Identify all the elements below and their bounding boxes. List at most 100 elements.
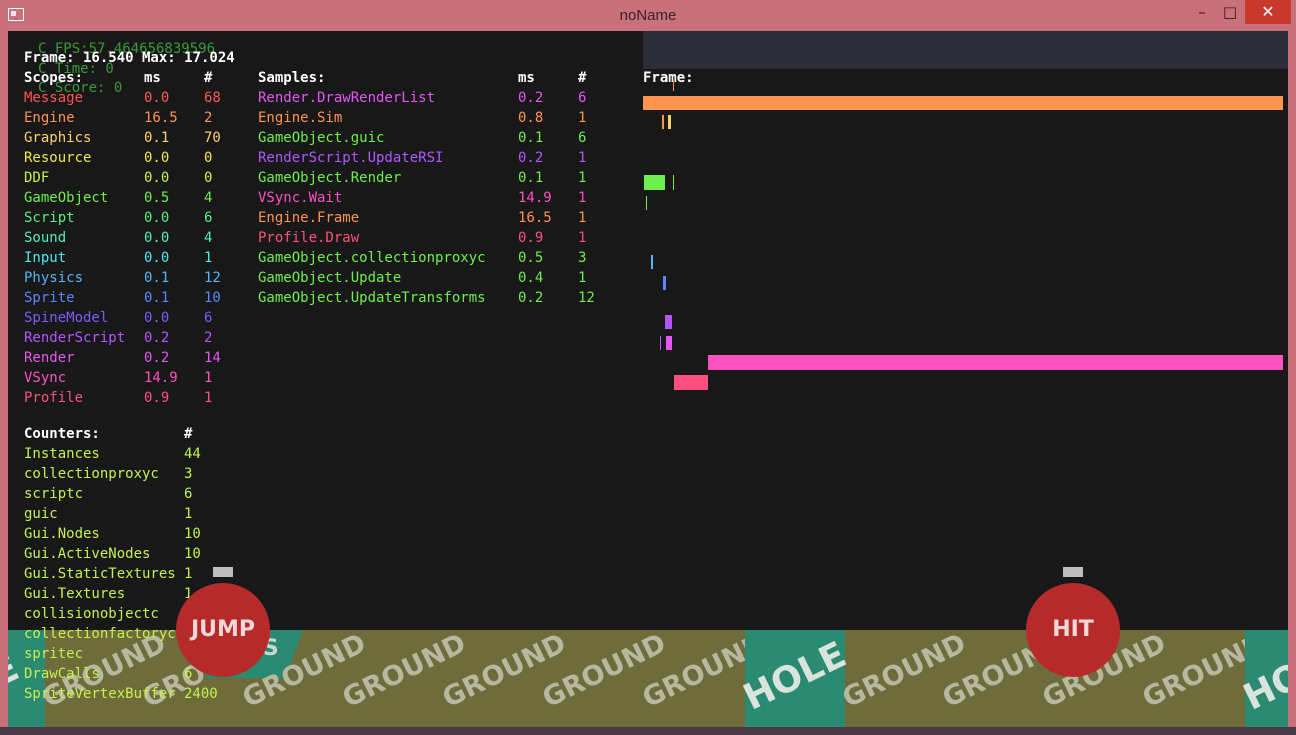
scope-ms: 0.9 — [144, 390, 170, 406]
ground-tile: GROUND — [838, 630, 971, 727]
taskbar[interactable] — [0, 727, 1296, 735]
game-viewport[interactable]: C FPS:57.464656839596 C Time: 0 C Score:… — [8, 31, 1288, 727]
sample-count: 1 — [578, 110, 587, 126]
scope-name: Physics — [24, 270, 84, 286]
scope-ms: 0.2 — [144, 330, 170, 346]
scope-name: Graphics — [24, 130, 92, 146]
sample-name: GameObject.UpdateTransforms — [258, 290, 486, 306]
ground-label: GROUND — [1137, 630, 1271, 714]
frame-bar-renderscript-2 — [660, 336, 661, 350]
scope-name: Resource — [24, 150, 92, 166]
scope-count: 12 — [204, 270, 221, 286]
frame-bar-marker — [673, 81, 674, 91]
scope-ms: 16.5 — [144, 110, 178, 126]
sample-count: 1 — [578, 230, 587, 246]
ground-tile: GROUND — [538, 630, 671, 727]
counter-name: collisionobjectc — [24, 606, 159, 622]
counter-name: Instances — [24, 446, 100, 462]
scope-count: 0 — [204, 170, 213, 186]
counter-name: Gui.Textures — [24, 586, 126, 602]
scope-count: 6 — [204, 310, 213, 326]
counters-header: Counters: — [24, 426, 100, 442]
scope-ms: 0.0 — [144, 150, 170, 166]
scope-ms: 0.5 — [144, 190, 170, 206]
scope-ms: 0.1 — [144, 270, 170, 286]
scope-count: 2 — [204, 110, 213, 126]
scope-ms: 0.0 — [144, 210, 170, 226]
hole-tile: HOLE — [1237, 630, 1288, 727]
counter-name: collectionproxyc — [24, 466, 159, 482]
sample-name: VSync.Wait — [258, 190, 343, 206]
counter-name: collectionfactoryc — [24, 626, 176, 642]
scope-count: 68 — [204, 90, 221, 106]
counter-name: Gui.Nodes — [24, 526, 100, 542]
counter-value: 10 — [184, 526, 201, 542]
scope-count: 10 — [204, 290, 221, 306]
minimize-button[interactable]: – — [1190, 0, 1214, 24]
sample-name: Engine.Frame — [258, 210, 360, 226]
counter-name: Gui.ActiveNodes — [24, 546, 151, 562]
counter-value: 6 — [184, 486, 193, 502]
maximize-button[interactable]: □ — [1218, 0, 1242, 24]
sample-count: 3 — [578, 250, 587, 266]
hit-button[interactable]: HIT — [1026, 583, 1120, 677]
scope-name: Input — [24, 250, 67, 266]
sample-name: GameObject.Render — [258, 170, 402, 186]
scope-name: Engine — [24, 110, 75, 126]
counters-count-header: # — [184, 426, 193, 442]
sample-count: 1 — [578, 150, 587, 166]
counter-value: 2400 — [184, 686, 218, 702]
frame-bar-gameobject — [644, 175, 665, 190]
sample-ms: 0.2 — [518, 290, 544, 306]
frame-bar-graphics — [668, 115, 671, 129]
scope-name: Sprite — [24, 290, 75, 306]
scope-ms: 0.1 — [144, 130, 170, 146]
hole-label: HOLE — [737, 634, 853, 719]
sample-count: 6 — [578, 130, 587, 146]
sample-ms: 0.4 — [518, 270, 544, 286]
frame-bar-script — [646, 196, 647, 210]
scope-name: VSync — [24, 370, 67, 386]
scope-ms: 0.0 — [144, 310, 170, 326]
frame-bar-engine-sim — [662, 115, 664, 129]
ground-tile: GROUND — [438, 630, 571, 727]
jump-button[interactable]: JUMP — [176, 583, 270, 677]
frame-bar-profile — [674, 375, 708, 390]
scope-count: 4 — [204, 190, 213, 206]
sample-name: GameObject.guic — [258, 130, 385, 146]
scope-name: Script — [24, 210, 75, 226]
sample-name: RenderScript.UpdateRSI — [258, 150, 444, 166]
sample-ms: 0.8 — [518, 110, 544, 126]
scope-count: 6 — [204, 210, 213, 226]
frame-bar-renderscript — [665, 315, 672, 329]
window-titlebar[interactable]: noName – □ ✕ — [0, 0, 1296, 30]
counter-name: guic — [24, 506, 58, 522]
scope-name: RenderScript — [24, 330, 126, 346]
scope-count: 0 — [204, 150, 213, 166]
sample-ms: 0.2 — [518, 90, 544, 106]
scope-count: 1 — [204, 250, 213, 266]
frame-bar-engine-frame — [643, 96, 1283, 110]
scope-count: 4 — [204, 230, 213, 246]
scope-name: Profile — [24, 390, 84, 406]
hole-tile: HOLE — [737, 630, 853, 727]
scope-count: 2 — [204, 330, 213, 346]
sample-name: GameObject.Update — [258, 270, 402, 286]
sample-ms: 0.1 — [518, 170, 544, 186]
window-title: noName — [619, 7, 677, 24]
scope-name: Message — [24, 90, 84, 106]
scope-name: GameObject — [24, 190, 109, 206]
sample-ms: 0.1 — [518, 130, 544, 146]
hit-button-lid — [1063, 567, 1083, 577]
scope-count: 70 — [204, 130, 221, 146]
scope-name: DDF — [24, 170, 50, 186]
scope-ms: 0.1 — [144, 290, 170, 306]
counter-name: spritec — [24, 646, 84, 662]
ground-tile: GROUND — [338, 630, 471, 727]
sample-ms: 0.5 — [518, 250, 544, 266]
sample-name: Profile.Draw — [258, 230, 360, 246]
close-button[interactable]: ✕ — [1245, 0, 1291, 24]
scope-ms: 0.0 — [144, 230, 170, 246]
sample-count: 1 — [578, 190, 587, 206]
counter-name: DrawCalls — [24, 666, 100, 682]
